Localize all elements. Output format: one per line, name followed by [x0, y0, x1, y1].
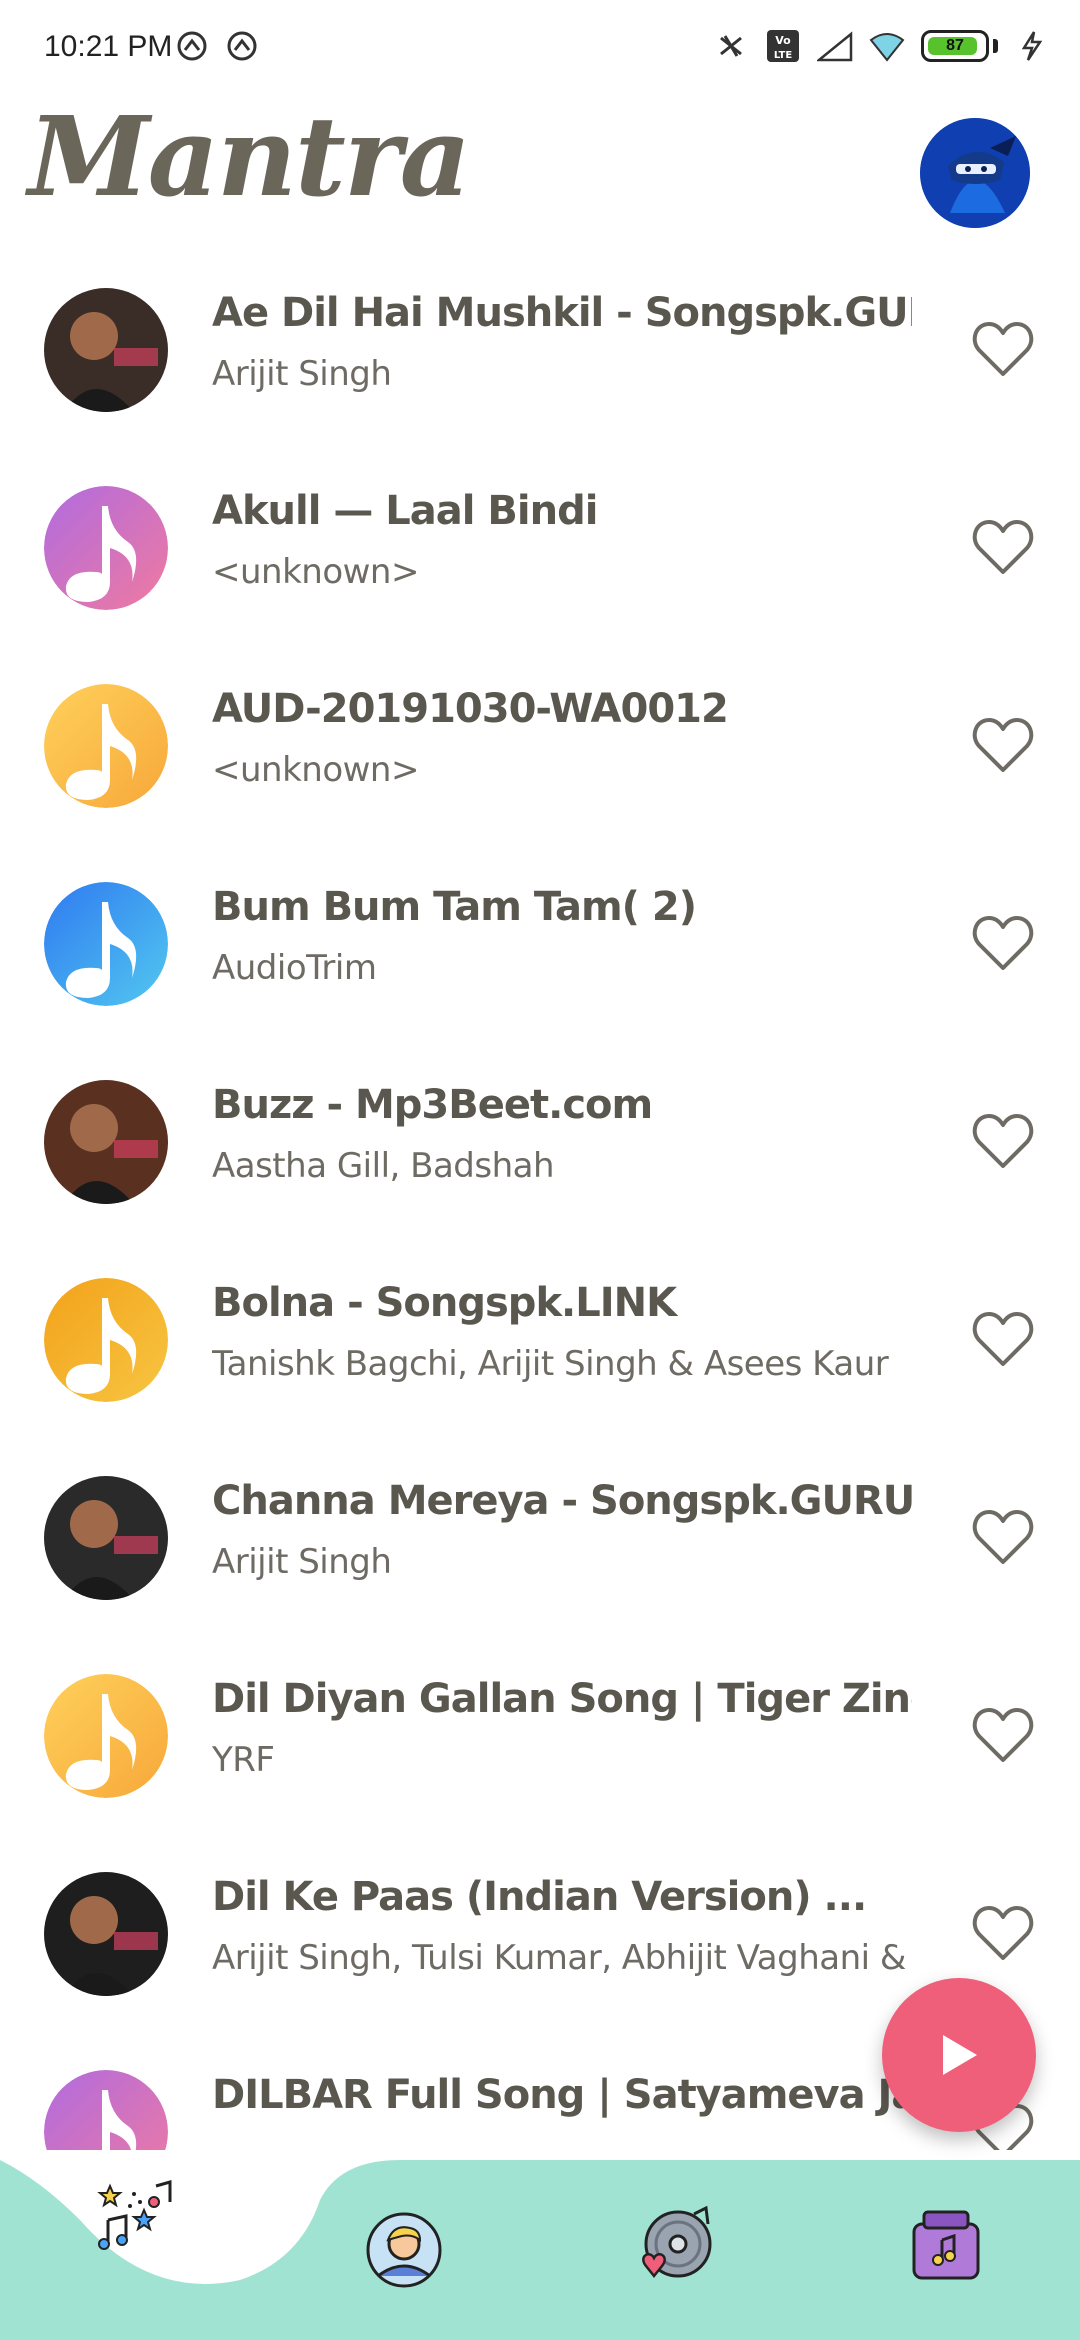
status-time: 10:21 PM [44, 30, 173, 63]
charging-icon [1021, 31, 1043, 61]
play-icon [943, 2035, 977, 2075]
song-list[interactable]: Ae Dil Hai Mushkil - Songspk.GURU Arijit … [0, 270, 1080, 2150]
status-bar: 10:21 PM Vo LTE 87 [0, 0, 1080, 96]
music-note-icon [44, 2070, 168, 2150]
song-title: Akull — Laal Bindi [212, 488, 598, 534]
song-row[interactable]: Buzz - Mp3Beet.com Aastha Gill, Badshah [0, 1062, 1080, 1260]
song-title: DILBAR Full Song | Satyameva Jayate | ..… [212, 2072, 912, 2118]
song-artist: YRF [212, 1740, 275, 1780]
music-note-icon [44, 486, 168, 610]
song-row[interactable]: AUD-20191030-WA0012 <unknown> [0, 666, 1080, 864]
music-note-icon [44, 882, 168, 1006]
sync-icon [177, 31, 207, 61]
favorite-heart-icon[interactable] [972, 518, 1034, 576]
song-title: Bolna - Songspk.LINK [212, 1280, 677, 1326]
album-art [44, 1872, 168, 1996]
status-notification-icons [174, 28, 260, 64]
song-title: AUD-20191030-WA0012 [212, 686, 729, 732]
favorite-heart-icon[interactable] [972, 1310, 1034, 1368]
song-artist: <unknown> [212, 552, 419, 592]
nav-library-tab[interactable] [906, 2204, 986, 2284]
nav-favorites-tab[interactable] [636, 2204, 716, 2284]
favorite-heart-icon[interactable] [972, 1706, 1034, 1764]
svg-text:Vo: Vo [775, 34, 791, 47]
profile-avatar[interactable] [920, 118, 1030, 228]
favorite-heart-icon[interactable] [972, 1508, 1034, 1566]
album-photo-image [44, 1476, 168, 1600]
song-title: Buzz - Mp3Beet.com [212, 1082, 653, 1128]
person-icon [366, 2212, 442, 2288]
song-artist: <unknown> [212, 750, 419, 790]
song-title: Dil Diyan Gallan Song | Tiger Zinda Hai … [212, 1676, 912, 1722]
music-notes-icon [97, 2180, 172, 2250]
album-art [44, 1080, 168, 1204]
svg-text:LTE: LTE [774, 50, 793, 61]
album-art [44, 882, 168, 1006]
favorite-heart-icon[interactable] [972, 1904, 1034, 1962]
song-title: Ae Dil Hai Mushkil - Songspk.GURU [212, 290, 912, 336]
volte-icon: Vo LTE [767, 30, 799, 62]
sync-icon [227, 31, 257, 61]
bottom-navigation [0, 2160, 1080, 2340]
play-button[interactable] [882, 1978, 1036, 2132]
song-artist: Tanishk Bagchi, Arijit Singh & Asees Kau… [212, 1344, 889, 1384]
favorite-heart-icon[interactable] [972, 716, 1034, 774]
favorite-heart-icon[interactable] [972, 914, 1034, 972]
album-art [44, 2070, 168, 2150]
favorite-heart-icon[interactable] [972, 320, 1034, 378]
album-photo-image [44, 1872, 168, 1996]
song-title: Channa Mereya - Songspk.GURU [212, 1478, 912, 1524]
signal-icon [817, 31, 853, 62]
music-box-icon [912, 2210, 980, 2280]
album-art [44, 1674, 168, 1798]
album-art [44, 1278, 168, 1402]
album-photo-image [44, 1080, 168, 1204]
wifi-icon [869, 33, 905, 62]
nav-artists-tab[interactable] [364, 2210, 444, 2290]
song-row[interactable]: Dil Diyan Gallan Song | Tiger Zinda Hai … [0, 1656, 1080, 1854]
battery-cap [993, 39, 998, 53]
song-artist: Arijit Singh [212, 354, 392, 394]
song-artist: Aastha Gill, Badshah [212, 1146, 555, 1186]
album-art [44, 684, 168, 808]
song-row[interactable]: Channa Mereya - Songspk.GURU Arijit Singh [0, 1458, 1080, 1656]
ninja-avatar-icon [920, 118, 1030, 228]
song-title: Bum Bum Tam Tam( 2) [212, 884, 697, 930]
album-art [44, 486, 168, 610]
song-artist: Arijit Singh [212, 1542, 392, 1582]
song-artist: Arijit Singh, Tulsi Kumar, Abhijit Vagha… [212, 1938, 912, 1978]
song-row[interactable]: Akull — Laal Bindi <unknown> [0, 468, 1080, 666]
nav-songs-tab[interactable] [96, 2180, 176, 2260]
album-art [44, 288, 168, 412]
album-art [44, 1476, 168, 1600]
vinyl-heart-icon [642, 2205, 712, 2279]
music-note-icon [44, 684, 168, 808]
status-system-icons: Vo LTE 87 [713, 28, 1050, 64]
song-row[interactable]: Ae Dil Hai Mushkil - Songspk.GURU Arijit … [0, 270, 1080, 468]
mute-icon [720, 35, 742, 57]
favorite-heart-icon[interactable] [972, 1112, 1034, 1170]
battery-indicator: 87 [921, 30, 989, 62]
app-title: Mantra [28, 92, 471, 221]
music-note-icon [44, 1278, 168, 1402]
song-artist: AudioTrim [212, 948, 377, 988]
music-note-icon [44, 1674, 168, 1798]
battery-level: 87 [946, 37, 964, 54]
song-row[interactable]: Bum Bum Tam Tam( 2) AudioTrim [0, 864, 1080, 1062]
song-row[interactable]: Bolna - Songspk.LINK Tanishk Bagchi, Arij… [0, 1260, 1080, 1458]
song-title: Dil Ke Paas (Indian Version) ... [212, 1874, 867, 1920]
album-photo-image [44, 288, 168, 412]
